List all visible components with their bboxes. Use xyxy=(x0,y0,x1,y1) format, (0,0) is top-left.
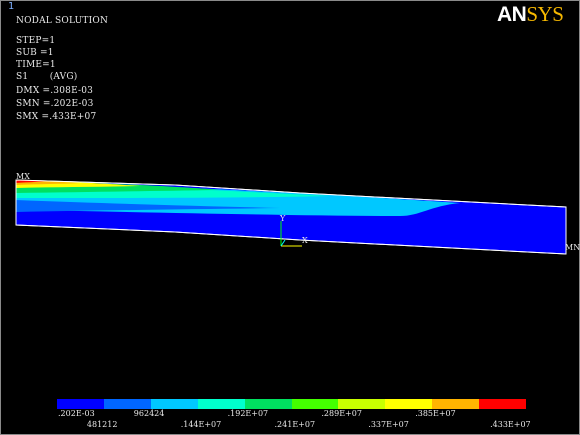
legend-swatch-4 xyxy=(197,399,245,409)
legend-swatch-7 xyxy=(338,399,386,409)
legend-swatch-5 xyxy=(244,399,292,409)
legend-bottom-label: .241E+07 xyxy=(274,420,316,429)
legend-swatch-6 xyxy=(291,399,339,409)
legend-top-label: .202E-03 xyxy=(58,409,95,418)
contour-legend-bar xyxy=(56,398,527,410)
legend-bottom-label: .144E+07 xyxy=(180,420,222,429)
legend-bottom-label: 481212 xyxy=(86,420,118,429)
legend-top-label: .289E+07 xyxy=(321,409,362,418)
legend-top-label: .385E+07 xyxy=(415,409,456,418)
axis-x-label: X xyxy=(302,236,308,245)
legend-bottom-label: .337E+07 xyxy=(368,420,409,429)
legend-top-label: .192E+07 xyxy=(227,409,269,418)
legend-swatch-2 xyxy=(103,399,151,409)
triad-z-axis xyxy=(280,239,286,247)
legend-bottom-label: .433E+07 xyxy=(490,420,531,429)
legend-swatch-3 xyxy=(150,399,198,409)
axis-y-label: Y xyxy=(280,214,286,223)
legend-swatch-1 xyxy=(57,399,104,409)
legend-swatch-9 xyxy=(432,399,480,409)
min-marker: MN xyxy=(565,243,580,252)
contour-plot xyxy=(15,179,567,255)
max-marker: MX xyxy=(16,172,30,181)
legend-top-label: 962424 xyxy=(133,409,165,418)
legend-swatch-8 xyxy=(385,399,433,409)
legend-swatch-10 xyxy=(479,399,527,409)
